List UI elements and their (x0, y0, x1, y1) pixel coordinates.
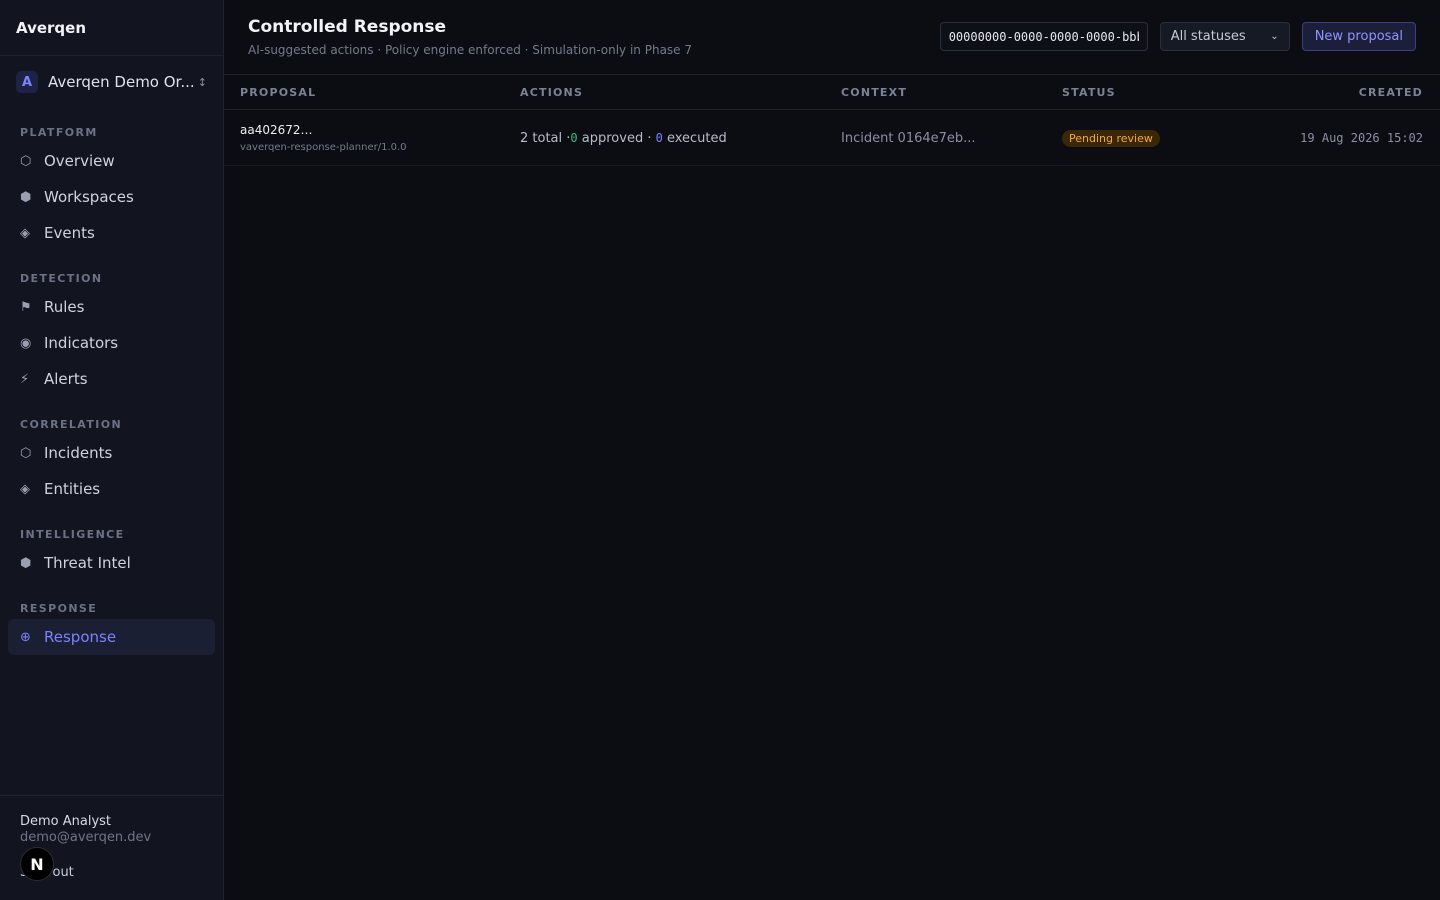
org-avatar: A (16, 71, 38, 93)
status-cell: Pending review (1062, 110, 1160, 166)
column-header-context[interactable]: CONTEXT (841, 75, 907, 110)
user-name: Demo Analyst (20, 814, 112, 829)
column-header-created[interactable]: CREATED (1359, 75, 1423, 110)
chevron-down-icon: ⌄ (1270, 31, 1279, 42)
proposal-generator: vaverqen-response-planner/1.0.0 (240, 142, 407, 153)
hexagon-outline-icon: ⬡ (20, 445, 32, 461)
target-icon: ◉ (20, 335, 32, 351)
sidebar-item-events[interactable]: ◈ Events (8, 215, 215, 251)
actions-total: 2 total · (520, 130, 571, 146)
approved-label: approved · (577, 130, 656, 146)
section-title-intelligence: INTELLIGENCE (20, 528, 125, 541)
executed-count: 0 (655, 131, 663, 145)
section-title-platform: PLATFORM (20, 126, 98, 139)
proposal-cell: aa402672… vaverqen-response-planner/1.0.… (240, 110, 407, 166)
column-header-proposal[interactable]: PROPOSAL (240, 75, 316, 110)
hexagon-outline-icon: ⬡ (20, 153, 32, 169)
user-email: demo@averqen.dev (20, 830, 152, 845)
section-title-response: RESPONSE (20, 602, 98, 615)
diamond-icon: ◈ (20, 481, 30, 497)
chevron-up-down-icon: ↕ (197, 75, 207, 89)
sidebar-item-label: Response (44, 628, 117, 646)
sidebar-item-label: Entities (44, 480, 101, 498)
brand-logo[interactable]: Averqen (0, 0, 223, 56)
sidebar-item-response[interactable]: ⊕ Response (8, 619, 215, 655)
created-timestamp: 19 Aug 2026 15:02 (1300, 131, 1423, 145)
main-content: Controlled Response AI-suggested actions… (224, 0, 1440, 900)
flag-icon: ⚑ (20, 299, 32, 315)
new-proposal-button[interactable]: New proposal (1301, 22, 1416, 51)
section-title-correlation: CORRELATION (20, 418, 123, 431)
page-header: Controlled Response AI-suggested actions… (224, 0, 1440, 75)
status-filter-value: All statuses (1170, 29, 1246, 44)
dev-badge[interactable]: N (20, 847, 54, 881)
executed-label: executed (662, 130, 727, 146)
sidebar-item-label: Threat Intel (44, 554, 131, 572)
status-badge: Pending review (1062, 129, 1160, 147)
hexagon-filled-icon: ⬢ (20, 189, 32, 205)
proposal-id: aa402672… (240, 123, 313, 137)
header-controls: All statuses ⌄ New proposal (939, 22, 1416, 51)
org-name: Averqen Demo Or... (48, 73, 195, 91)
sidebar-item-entities[interactable]: ◈ Entities (8, 471, 215, 507)
actions-cell: 2 total · 0 approved · 0 executed (520, 110, 727, 166)
context-cell: Incident 0164e7eb... (841, 110, 976, 166)
hexagon-filled-icon: ⬢ (20, 555, 32, 571)
table-row[interactable]: aa402672… vaverqen-response-planner/1.0.… (224, 110, 1440, 166)
approved-count: 0 (570, 131, 578, 145)
status-filter-select[interactable]: All statuses ⌄ (1159, 22, 1290, 51)
sidebar-item-label: Indicators (44, 334, 119, 352)
sidebar-item-overview[interactable]: ⬡ Overview (8, 143, 215, 179)
org-id-input[interactable] (939, 22, 1148, 51)
diamond-icon: ◈ (20, 225, 30, 241)
sidebar-item-alerts[interactable]: ⚡ Alerts (8, 361, 215, 397)
column-header-status[interactable]: STATUS (1062, 75, 1116, 110)
column-header-actions[interactable]: ACTIONS (520, 75, 583, 110)
created-cell: 19 Aug 2026 15:02 (1300, 110, 1423, 166)
sidebar-item-label: Overview (44, 152, 115, 170)
table-header: PROPOSAL ACTIONS CONTEXT STATUS CREATED (224, 75, 1440, 110)
user-panel: Demo Analyst demo@averqen.dev Sign out N (0, 795, 224, 900)
proposals-table: PROPOSAL ACTIONS CONTEXT STATUS CREATED … (224, 75, 1440, 166)
sidebar-item-label: Workspaces (44, 188, 134, 206)
sidebar: Averqen A Averqen Demo Or... ↕ PLATFORM … (0, 0, 224, 900)
circle-plus-icon: ⊕ (20, 629, 31, 645)
lightning-icon: ⚡ (20, 371, 30, 387)
sidebar-item-rules[interactable]: ⚑ Rules (8, 289, 215, 325)
section-title-detection: DETECTION (20, 272, 103, 285)
sidebar-item-label: Events (44, 224, 95, 242)
sidebar-item-incidents[interactable]: ⬡ Incidents (8, 435, 215, 471)
context-link[interactable]: Incident 0164e7eb... (841, 131, 976, 146)
org-switcher[interactable]: A Averqen Demo Or... ↕ (8, 64, 215, 100)
sidebar-item-label: Incidents (44, 444, 113, 462)
sidebar-item-workspaces[interactable]: ⬢ Workspaces (8, 179, 215, 215)
sidebar-item-threat-intel[interactable]: ⬢ Threat Intel (8, 545, 215, 581)
sidebar-item-indicators[interactable]: ◉ Indicators (8, 325, 215, 361)
sidebar-item-label: Alerts (44, 370, 88, 388)
sidebar-item-label: Rules (44, 298, 85, 316)
